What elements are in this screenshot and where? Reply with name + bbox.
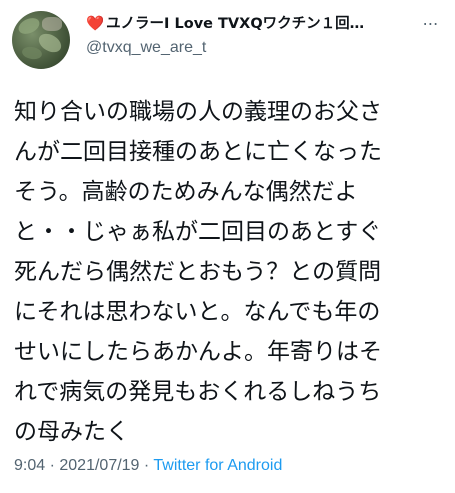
tweet-text-line: にそれは思わないと。なんでも年の	[14, 299, 381, 325]
tweet-text-line: そう。高齢のためみんな偶然だよ	[14, 179, 358, 205]
display-name-text: ユノラーI Love TVXQワクチン１回…	[106, 16, 365, 32]
display-name[interactable]: ❤️ ユノラーI Love TVXQワクチン１回…	[86, 14, 408, 34]
tweet-text: 知り合いの職場の人の義理のお父さ んが二回目接種のあとに亡くなった そう。高齢の…	[14, 92, 444, 452]
heart-icon: ❤️	[86, 16, 105, 32]
separator-dot: ·	[49, 457, 55, 474]
avatar-photo-leaf	[16, 15, 42, 37]
tweet-text-line: 死んだら偶然だとおもう？との質問	[14, 259, 382, 285]
avatar[interactable]	[12, 11, 70, 69]
tweet-metadata: 9:04 · 2021/07/19 · Twitter for Android	[14, 456, 282, 476]
user-handle[interactable]: @tvxq_we_are_t	[86, 38, 206, 58]
tweet-card: ❤️ ユノラーI Love TVXQワクチン１回… @tvxq_we_are_t …	[0, 0, 455, 493]
tweet-text-line: と・・じゃぁ私が二回目のあとすぐ	[14, 219, 382, 245]
tweet-source-link[interactable]: Twitter for Android	[153, 457, 282, 474]
tweet-text-line: 知り合いの職場の人の義理のお父さ	[14, 99, 382, 125]
tweet-text-line: の母みたく	[14, 419, 129, 445]
avatar-photo-leaf	[21, 45, 43, 61]
avatar-photo-stone	[42, 17, 62, 31]
tweet-text-line: れで病気の発見もおくれるしねうち	[14, 379, 382, 405]
more-options-icon[interactable]: ⋯	[416, 12, 444, 36]
separator-dot: ·	[143, 457, 150, 474]
tweet-text-line: せいにしたらあかんよ。年寄りはそ	[14, 339, 382, 365]
tweet-time[interactable]: 9:04	[14, 457, 45, 474]
tweet-text-line: んが二回目接種のあとに亡くなった	[14, 139, 382, 165]
tweet-date[interactable]: 2021/07/19	[59, 457, 139, 474]
